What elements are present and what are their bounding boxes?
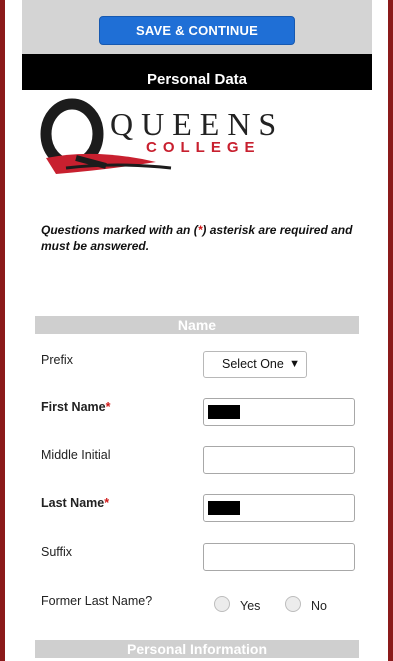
page-title: Personal Data <box>146 71 248 88</box>
required-star: * <box>104 496 110 510</box>
top-toolbar: SAVE & CONTINUE <box>22 0 372 54</box>
logo-college-text: COLLEGE <box>146 139 261 156</box>
page-header-band: Personal Data <box>22 54 372 90</box>
last-name-input[interactable] <box>203 494 355 522</box>
logo-queens-text: QUEENS <box>110 106 285 142</box>
prefix-label: Prefix <box>41 353 73 367</box>
left-border <box>0 0 5 661</box>
suffix-input[interactable] <box>203 543 355 571</box>
notice-text-1: Questions marked with an ( <box>41 223 198 237</box>
middle-initial-input[interactable] <box>203 446 355 474</box>
form-page: SAVE & CONTINUE Personal Data QUEENS COL… <box>22 0 372 661</box>
personal-information-section-header: Personal Information <box>35 640 359 658</box>
last-name-label: Last Name* <box>41 496 109 510</box>
first-name-input[interactable] <box>203 398 355 426</box>
required-notice: Questions marked with an (*) asterisk ar… <box>41 222 361 254</box>
name-section-header: Name <box>35 316 359 334</box>
former-last-name-label: Former Last Name? <box>41 594 153 608</box>
prefix-select[interactable]: Select One ▼ <box>203 351 307 378</box>
middle-initial-label: Middle Initial <box>41 448 111 462</box>
redacted-value <box>208 405 240 419</box>
save-continue-button[interactable]: SAVE & CONTINUE <box>99 16 295 45</box>
former-last-name-no-radio[interactable] <box>285 596 301 612</box>
redacted-value <box>208 501 240 515</box>
required-star: * <box>105 400 111 414</box>
right-border <box>388 0 393 661</box>
no-label: No <box>311 599 327 613</box>
suffix-label: Suffix <box>41 545 73 559</box>
prefix-select-value: Select One <box>222 357 284 371</box>
first-name-label: First Name* <box>41 400 110 414</box>
chevron-down-icon: ▼ <box>289 358 300 370</box>
former-last-name-yes-radio[interactable] <box>214 596 230 612</box>
last-name-label-text: Last Name <box>41 496 105 510</box>
first-name-label-text: First Name <box>41 400 106 414</box>
yes-label: Yes <box>240 599 261 613</box>
